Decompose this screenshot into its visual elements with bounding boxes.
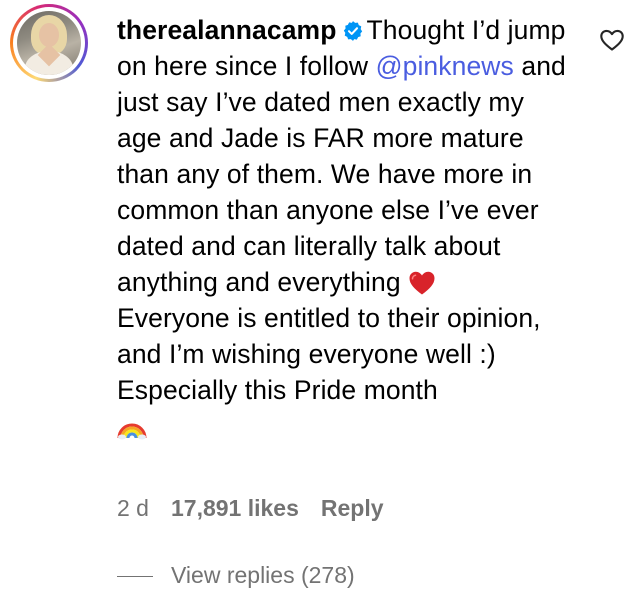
comment-text-part2: and just say I’ve dated men exactly my a… [117, 51, 566, 297]
comment-text-part3: Everyone is entitled to their opinion, a… [117, 303, 541, 405]
comment-time: 2 d [117, 495, 149, 521]
reply-button[interactable]: Reply [321, 495, 384, 522]
avatar-face [39, 23, 59, 47]
mention-link[interactable]: @pinknews [376, 51, 514, 81]
comment-likes[interactable]: 17,891 likes [171, 495, 299, 522]
like-comment-heart-icon[interactable] [599, 28, 625, 52]
view-replies-button[interactable]: View replies (278) [117, 562, 355, 588]
rainbow-emoji-icon [117, 423, 147, 440]
avatar-image [17, 11, 81, 75]
verified-badge-icon [344, 21, 363, 41]
avatar-ring-gap [13, 7, 85, 79]
view-replies-divider [117, 576, 153, 577]
view-replies-label: View replies (278) [171, 562, 355, 588]
comment-meta: 2 d 17,891 likes Reply [117, 495, 406, 525]
comment-username[interactable]: therealannacamp [117, 15, 336, 45]
red-heart-emoji-icon [409, 271, 435, 295]
avatar[interactable] [10, 4, 88, 82]
comment-item: therealannacamp Thought I’d jump on here… [0, 0, 644, 588]
comment-body: therealannacamp Thought I’d jump on here… [117, 12, 567, 444]
